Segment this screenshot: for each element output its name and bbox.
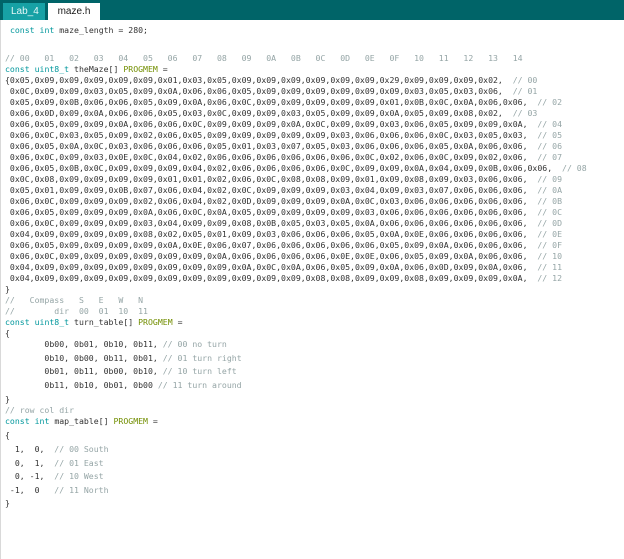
tab-lab-4[interactable]: Lab_4 bbox=[3, 3, 45, 20]
code-line-maze-row: 0x05,0x09,0x0B,0x06,0x06,0x05,0x09,0x0A,… bbox=[5, 97, 563, 107]
code-line-maze-row: 0x06,0x0C,0x09,0x03,0x0E,0x0C,0x04,0x02,… bbox=[5, 152, 563, 162]
code-line-maze-row: 0x06,0x05,0x0B,0x0C,0x09,0x09,0x09,0x04,… bbox=[5, 163, 587, 173]
code-line-maze-row: 0x06,0x05,0x09,0x09,0x09,0x09,0x0A,0x0E,… bbox=[5, 240, 563, 250]
code-line-maze-row: 0x04,0x09,0x09,0x09,0x09,0x08,0x02,0x05,… bbox=[5, 229, 563, 239]
code-line-dir-comment: // dir 00 01 10 11 bbox=[5, 306, 148, 316]
code-line-maze-row: 0x06,0x0C,0x09,0x09,0x09,0x03,0x04,0x09,… bbox=[5, 218, 563, 228]
tab-maze-h[interactable]: maze.h bbox=[48, 3, 100, 20]
code-line-column-comment: // 00 01 02 03 04 05 06 07 08 09 0A 0B 0… bbox=[5, 53, 523, 63]
code-line-turn-open: { bbox=[5, 328, 10, 338]
code-line-maze-row: 0x06,0x05,0x09,0x09,0x09,0x0A,0x06,0x0C,… bbox=[5, 207, 563, 217]
code-line-maze-row: 0x06,0x0C,0x09,0x09,0x09,0x02,0x06,0x04,… bbox=[5, 196, 563, 206]
code-line-maze-row: 0x06,0x0C,0x09,0x09,0x09,0x09,0x09,0x09,… bbox=[5, 251, 563, 261]
code-editor[interactable]: const int maze_length = 280; // 00 01 02 … bbox=[0, 20, 624, 559]
code-line-maze-row: {0x05,0x09,0x09,0x09,0x09,0x09,0x01,0x03… bbox=[5, 75, 538, 85]
code-line-map-declaration: const int map_table[] PROGMEM = bbox=[5, 416, 158, 426]
code-line-maze-row: 0x0C,0x08,0x09,0x09,0x09,0x09,0x01,0x01,… bbox=[5, 174, 563, 184]
code-line-rowcol-comment: // row col dir bbox=[5, 405, 75, 415]
code-line-maze-length: const int maze_length = 280; bbox=[9, 25, 148, 35]
code-line-maze-row: 0x0C,0x09,0x09,0x03,0x05,0x09,0x0A,0x06,… bbox=[5, 86, 538, 96]
code-line-map-row: 1, 0, // 00 South bbox=[5, 444, 109, 454]
code-line-turn-row: 0b00, 0b01, 0b10, 0b11, // 00 no turn bbox=[5, 339, 227, 349]
code-line-map-open: { bbox=[5, 430, 10, 440]
tab-bar: Lab_4 maze.h bbox=[0, 0, 624, 20]
code-line-map-row: 0, 1, // 01 East bbox=[5, 457, 104, 468]
code-line-map-row: -1, 0 // 11 North bbox=[5, 484, 109, 495]
code-line-map-close: } bbox=[5, 498, 10, 508]
code-line-turn-row: 0b11, 0b10, 0b01, 0b00 // 11 turn around bbox=[5, 379, 242, 390]
code-line-maze-declaration: const uint8_t theMaze[] PROGMEM = bbox=[5, 64, 168, 74]
code-line-turn-close: } bbox=[5, 394, 10, 404]
code-line-maze-row: 0x06,0x05,0x0A,0x0C,0x03,0x06,0x06,0x06,… bbox=[5, 141, 563, 151]
code-line-map-row: 0, -1, // 10 West bbox=[5, 471, 104, 481]
code-line-maze-close: } bbox=[5, 284, 10, 294]
code-line-maze-row: 0x06,0x0D,0x09,0x0A,0x06,0x06,0x05,0x03,… bbox=[5, 108, 538, 118]
code-line-maze-row: 0x06,0x05,0x09,0x09,0x0A,0x06,0x06,0x0C,… bbox=[5, 119, 563, 129]
code-line-compass-comment: // Compass S E W N bbox=[5, 295, 144, 305]
code-line-turn-row: 0b10, 0b00, 0b11, 0b01, // 01 turn right bbox=[5, 352, 242, 363]
code-line-turn-row: 0b01, 0b11, 0b00, 0b10, // 10 turn left bbox=[5, 366, 237, 376]
code-line-maze-row: 0x04,0x09,0x09,0x09,0x09,0x09,0x09,0x09,… bbox=[5, 262, 563, 272]
code-line-maze-row: 0x06,0x0C,0x03,0x05,0x09,0x02,0x06,0x05,… bbox=[5, 130, 563, 140]
code-line-maze-row: 0x04,0x09,0x09,0x09,0x09,0x09,0x09,0x09,… bbox=[5, 273, 563, 283]
code-line-maze-row: 0x05,0x01,0x09,0x09,0x0B,0x07,0x06,0x04,… bbox=[5, 185, 563, 195]
code-line-turn-declaration: const uint8_t turn_table[] PROGMEM = bbox=[5, 317, 183, 327]
